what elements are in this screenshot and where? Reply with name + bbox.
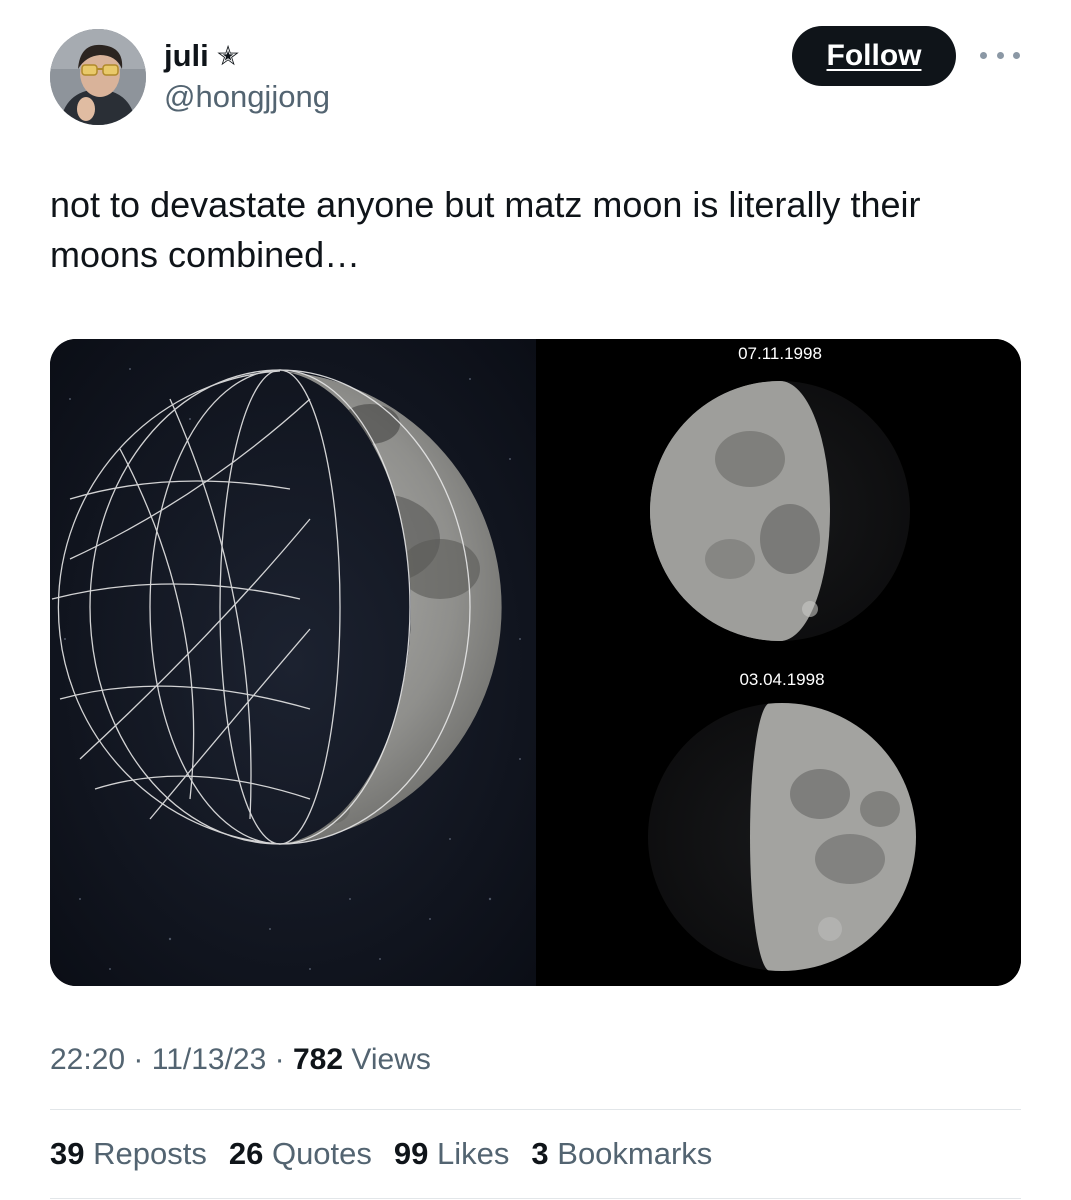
user-handle[interactable]: @hongjjong <box>164 79 330 115</box>
moon-comparison-image: 07.11.1998 03.04.1998 <box>50 339 1021 986</box>
reposts-stat[interactable]: 39 Reposts <box>50 1136 207 1172</box>
quotes-count: 26 <box>228 1136 264 1171</box>
meta-separator: · <box>266 1043 293 1076</box>
tweet-text: not to devastate anyone but matz moon is… <box>50 184 921 275</box>
likes-stat[interactable]: 99 Likes <box>394 1136 509 1172</box>
bookmarks-stat[interactable]: 3 Bookmarks <box>531 1136 712 1172</box>
reposts-label: Reposts <box>93 1136 207 1171</box>
more-dot <box>996 51 1004 59</box>
more-options-icon[interactable] <box>980 42 1020 68</box>
bookmarks-label: Bookmarks <box>557 1136 713 1171</box>
engagement-stats: 39 Reposts 26 Quotes 99 Likes 3 Bookmark… <box>50 1136 712 1172</box>
tweet-time[interactable]: 22:20 <box>50 1043 125 1076</box>
tweet-meta: 22:20 · 11/13/23 · 782 Views <box>50 1043 431 1077</box>
display-name[interactable]: juli ✭ <box>164 38 239 74</box>
bookmarks-count: 3 <box>531 1136 549 1171</box>
quotes-stat[interactable]: 26 Quotes <box>229 1136 372 1172</box>
tweet-date[interactable]: 11/13/23 <box>152 1043 267 1076</box>
display-name-text: juli <box>164 38 209 73</box>
divider <box>50 1198 1021 1199</box>
star-icon: ✭ <box>216 40 240 71</box>
views-label: Views <box>351 1043 431 1076</box>
top-moon-date: 07.11.1998 <box>738 344 822 363</box>
more-dot <box>1013 51 1020 59</box>
follow-button[interactable]: Follow <box>792 26 956 86</box>
likes-label: Likes <box>437 1136 510 1171</box>
avatar-image <box>50 29 146 125</box>
tweet-media-image[interactable]: 07.11.1998 03.04.1998 <box>50 339 1021 986</box>
avatar[interactable] <box>50 29 146 125</box>
more-dot <box>980 51 987 59</box>
likes-count: 99 <box>393 1136 429 1171</box>
meta-separator: · <box>125 1043 152 1076</box>
divider <box>50 1109 1021 1110</box>
bottom-moon-date: 03.04.1998 <box>739 670 824 689</box>
quotes-label: Quotes <box>271 1136 372 1171</box>
reposts-count: 39 <box>50 1136 85 1171</box>
views-count: 782 <box>292 1043 344 1076</box>
